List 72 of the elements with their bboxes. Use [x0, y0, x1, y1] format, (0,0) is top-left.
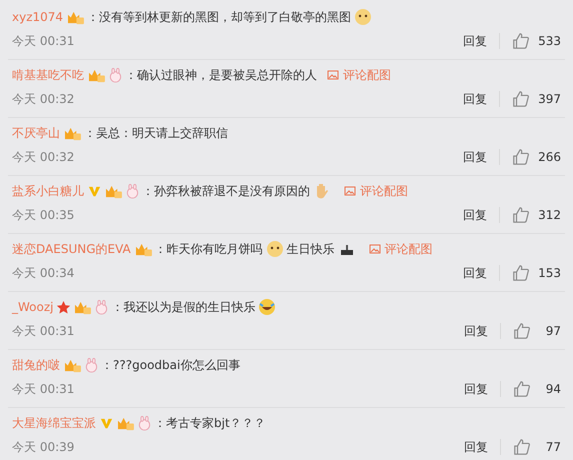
like-count: 266 — [538, 150, 561, 164]
username-link[interactable]: 不厌亭山 — [12, 124, 60, 142]
thumbs-up-icon[interactable] — [512, 90, 530, 108]
bunny-icon — [108, 68, 123, 82]
crown-badge-icon — [87, 68, 106, 82]
comment-text: ：???goodbai你怎么回事 — [101, 356, 240, 374]
like-count: 97 — [544, 324, 561, 338]
thumbs-up-icon[interactable] — [512, 206, 530, 224]
bunny-icon — [94, 300, 110, 314]
reply-link[interactable]: 回复 — [464, 322, 488, 340]
username-link[interactable]: _Woozj — [12, 300, 54, 314]
thumbs-up-icon[interactable] — [513, 380, 531, 398]
reply-link[interactable]: 回复 — [463, 264, 488, 282]
username-link[interactable]: 盐系小白糖儿 — [12, 182, 84, 200]
image-icon — [327, 69, 339, 81]
like-count: 77 — [544, 440, 561, 454]
crown-badge-icon — [73, 300, 92, 314]
face-emoji-icon — [354, 8, 372, 26]
comment-time: 今天 00:31 — [12, 32, 76, 50]
crown-badge-icon — [63, 126, 82, 140]
username-link[interactable]: 啃基基吃不吃 — [12, 66, 84, 84]
image-icon — [368, 243, 381, 255]
reply-link[interactable]: 回复 — [463, 206, 488, 224]
thumbs-up-icon[interactable] — [512, 32, 530, 50]
like-count: 94 — [544, 382, 561, 396]
reply-link[interactable]: 回复 — [463, 32, 488, 50]
bunny-icon — [84, 358, 99, 372]
crown-badge-icon — [63, 358, 82, 372]
thumbs-up-icon[interactable] — [512, 264, 530, 282]
image-comment-link[interactable]: 评论配图 — [327, 66, 391, 84]
thumbs-up-icon[interactable] — [513, 322, 531, 340]
reply-link[interactable]: 回复 — [464, 380, 488, 398]
comment-text: ：没有等到林更新的黑图，却等到了白敬亭的黑图 — [87, 8, 352, 26]
crown-badge-icon — [66, 10, 86, 24]
bunny-icon — [125, 184, 140, 198]
star-icon — [56, 300, 72, 314]
comment-text: ：昨天你有吃月饼吗 — [154, 240, 263, 258]
comment-time: 今天 00:32 — [12, 90, 76, 108]
image-icon — [344, 185, 356, 197]
username-link[interactable]: xyz1074 — [12, 10, 64, 24]
comment-time: 今天 00:35 — [12, 206, 76, 224]
comment-time: 今天 00:31 — [12, 322, 76, 340]
crown-badge-icon — [116, 416, 135, 430]
like-count: 312 — [538, 208, 561, 222]
username-link[interactable]: 迷恋DAESUNG的EVA — [12, 240, 131, 258]
comment-time: 今天 00:34 — [12, 264, 76, 282]
laughing-emoji-icon — [258, 298, 276, 316]
bunny-icon — [137, 416, 152, 430]
crown-badge-icon — [134, 242, 153, 256]
comment-text: ：孙弈秋被辞退不是没有原因的 — [142, 182, 310, 200]
image-comment-link[interactable]: 评论配图 — [368, 240, 433, 258]
comment-time: 今天 00:39 — [12, 438, 76, 456]
comment-text: ：确认过眼神，是要被吴总开除的人 — [125, 66, 317, 84]
username-link[interactable]: 甜兔的啵 — [12, 356, 60, 374]
crown-badge-icon — [104, 184, 123, 198]
like-count: 533 — [538, 34, 561, 48]
comment-text: 生日快乐 — [286, 240, 335, 258]
comment-time: 今天 00:31 — [12, 380, 76, 398]
comment-time: 今天 00:32 — [12, 148, 76, 166]
face-emoji-icon — [266, 240, 284, 258]
comment-text: ：考古专家bjt？？？ — [154, 414, 266, 432]
comment-text: ：吴总：明天请上交辞职信 — [84, 124, 228, 142]
username-link[interactable]: 大星海绵宝宝派 — [12, 414, 96, 432]
reply-link[interactable]: 回复 — [464, 438, 488, 456]
reply-link[interactable]: 回复 — [463, 148, 488, 166]
like-count: 397 — [538, 92, 561, 106]
reply-link[interactable]: 回复 — [463, 90, 488, 108]
thumbs-up-icon[interactable] — [512, 148, 530, 166]
like-count: 153 — [538, 266, 561, 280]
image-comment-link[interactable]: 评论配图 — [344, 182, 408, 200]
thumbs-up-icon[interactable] — [513, 438, 531, 456]
comment-text: ：我还以为是假的生日快乐 — [111, 298, 256, 316]
